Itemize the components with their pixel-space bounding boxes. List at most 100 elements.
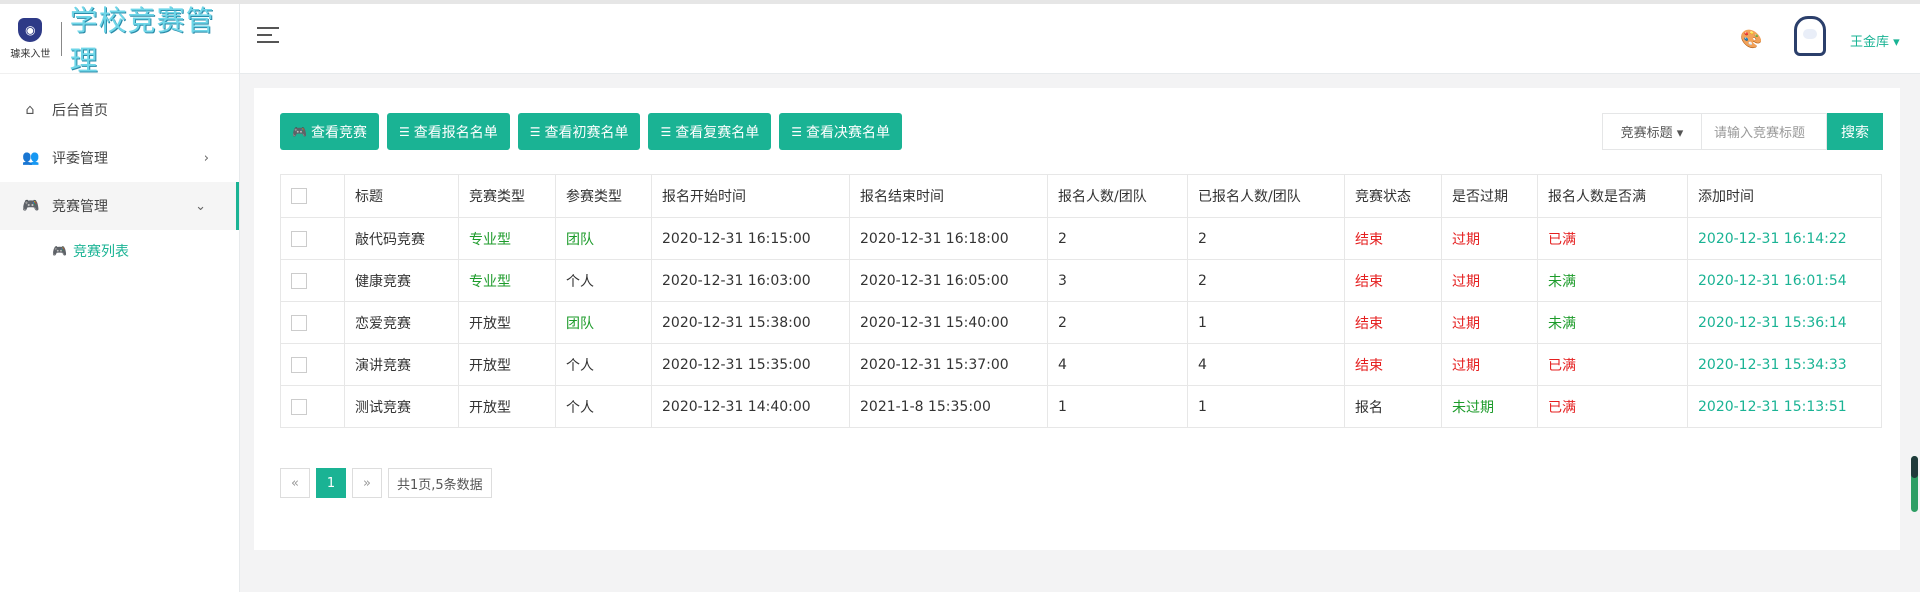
table-cell: 结束 <box>1344 343 1442 386</box>
row-checkbox[interactable] <box>291 398 307 415</box>
column-header[interactable]: 参赛类型 <box>555 174 652 218</box>
table-cell: 2020-12-31 15:36:14 <box>1687 301 1882 344</box>
table-cell: 2020-12-31 15:38:00 <box>651 301 850 344</box>
search-field-select[interactable]: 竞赛标题 ▾ <box>1602 113 1702 150</box>
sidebar-item-home[interactable]: ⌂ 后台首页 <box>0 86 239 134</box>
table-cell: 1 <box>1187 385 1345 428</box>
chevron-right-icon: › <box>203 150 209 166</box>
view-semifinal-button[interactable]: ☰ 查看复赛名单 <box>648 113 772 150</box>
scrollbar-thumb[interactable] <box>1911 456 1918 478</box>
column-header[interactable]: 报名结束时间 <box>849 174 1048 218</box>
menu-toggle-icon[interactable] <box>257 27 279 48</box>
view-competitions-button[interactable]: 🎮 查看竞赛 <box>280 113 379 150</box>
row-select-cell <box>280 385 345 428</box>
avatar[interactable] <box>1794 16 1826 56</box>
list-icon: ☰ <box>791 124 803 139</box>
shield-logo-icon: ◉ <box>18 17 43 42</box>
chevron-down-icon: ⌄ <box>195 198 206 214</box>
table-cell: 未满 <box>1537 259 1688 302</box>
table-cell: 开放型 <box>458 343 556 386</box>
table-row[interactable]: 敲代码竞赛 专业型 团队 2020-12-31 16:15:00 2020-12-31 … <box>280 217 1882 260</box>
table-cell: 2 <box>1047 301 1188 344</box>
top-navbar: 🎨 王金库 ▾ <box>240 4 1920 74</box>
row-select-cell <box>280 301 345 344</box>
sidebar-item-competitions[interactable]: 🎮 竞赛管理 ⌄ <box>0 182 239 230</box>
logo-mark: ◉ 璩来入世 <box>6 17 55 60</box>
table-cell: 已满 <box>1537 217 1688 260</box>
table-cell: 2020-12-31 16:01:54 <box>1687 259 1882 302</box>
table-cell: 结束 <box>1344 301 1442 344</box>
table-cell: 个人 <box>555 259 652 302</box>
gamepad-icon: 🎮 <box>22 198 40 214</box>
column-header[interactable]: 报名人数是否满 <box>1537 174 1688 218</box>
column-header[interactable]: 竞赛状态 <box>1344 174 1442 218</box>
table-cell: 4 <box>1047 343 1188 386</box>
table-cell: 团队 <box>555 301 652 344</box>
table-cell: 过期 <box>1441 217 1538 260</box>
app-title: 学校竞赛管理 <box>69 3 215 77</box>
row-checkbox[interactable] <box>291 272 307 289</box>
table-cell: 2020-12-31 15:37:00 <box>849 343 1048 386</box>
view-registrations-button[interactable]: ☰ 查看报名名单 <box>386 113 510 150</box>
logo[interactable]: ◉ 璩来入世 学校竞赛管理 <box>0 4 239 77</box>
table-cell: 专业型 <box>458 259 556 302</box>
table-cell: 个人 <box>555 385 652 428</box>
column-header[interactable]: 已报名人数/团队 <box>1187 174 1345 218</box>
button-label: 查看报名名单 <box>413 124 498 141</box>
table-cell: 已满 <box>1537 343 1688 386</box>
table-row[interactable]: 演讲竞赛 开放型 个人 2020-12-31 15:35:00 2020-12-31 1… <box>280 343 1882 386</box>
row-checkbox[interactable] <box>291 356 307 373</box>
pagination: « 1 » 共1页,5条数据 <box>280 468 498 498</box>
prev-page-button[interactable]: « <box>280 468 310 498</box>
table-cell: 团队 <box>555 217 652 260</box>
table-row[interactable]: 测试竞赛 开放型 个人 2020-12-31 14:40:00 2021-1-8 15:… <box>280 385 1882 428</box>
table-cell: 2021-1-8 15:35:00 <box>849 385 1048 428</box>
table-cell: 健康竞赛 <box>344 259 459 302</box>
row-checkbox[interactable] <box>291 230 307 247</box>
view-preliminary-button[interactable]: ☰ 查看初赛名单 <box>517 113 641 150</box>
next-page-button[interactable]: » <box>352 468 382 498</box>
sidebar-item-judges[interactable]: 👥 评委管理 › <box>0 134 239 182</box>
search-input[interactable]: 请输入竞赛标题 <box>1702 113 1827 150</box>
content-panel: 🎮 查看竞赛 ☰ 查看报名名单 ☰ 查看初赛名单 ☰ 查看复赛名单 ☰ 查看决赛名单 竞赛… <box>254 88 1900 550</box>
list-icon: ☰ <box>398 124 410 139</box>
row-select-cell <box>280 343 345 386</box>
list-icon: ☰ <box>529 124 541 139</box>
table-cell: 2 <box>1187 259 1345 302</box>
table-cell: 恋爱竞赛 <box>344 301 459 344</box>
table-cell: 开放型 <box>458 385 556 428</box>
select-all-cell <box>280 174 345 218</box>
user-menu[interactable]: 王金库 ▾ <box>1850 31 1900 50</box>
page-1-button[interactable]: 1 <box>316 468 346 498</box>
view-final-button[interactable]: ☰ 查看决赛名单 <box>779 113 903 150</box>
table-cell: 2020-12-31 14:40:00 <box>651 385 850 428</box>
table-cell: 2020-12-31 15:40:00 <box>849 301 1048 344</box>
button-label: 查看复赛名单 <box>675 124 760 141</box>
table-row[interactable]: 健康竞赛 专业型 个人 2020-12-31 16:03:00 2020-12-31 1… <box>280 259 1882 302</box>
column-header[interactable]: 标题 <box>344 174 459 218</box>
row-checkbox[interactable] <box>291 314 307 331</box>
column-header[interactable]: 是否过期 <box>1441 174 1538 218</box>
table-cell: 测试竞赛 <box>344 385 459 428</box>
table-cell: 结束 <box>1344 259 1442 302</box>
palette-icon[interactable]: 🎨 <box>1740 29 1762 50</box>
table-cell: 结束 <box>1344 217 1442 260</box>
column-header[interactable]: 报名人数/团队 <box>1047 174 1188 218</box>
column-header[interactable]: 竞赛类型 <box>458 174 556 218</box>
sidebar: ◉ 璩来入世 学校竞赛管理 ⌂ 后台首页 👥 评委管理 › 🎮 竞赛管理 ⌄ 🎮… <box>0 4 240 592</box>
list-icon: ☰ <box>660 124 672 139</box>
table-cell: 演讲竞赛 <box>344 343 459 386</box>
table-cell: 1 <box>1047 385 1188 428</box>
table-cell: 开放型 <box>458 301 556 344</box>
table-cell: 过期 <box>1441 259 1538 302</box>
sidebar-subitem-competition-list[interactable]: 🎮 竞赛列表 <box>0 230 239 272</box>
table-row[interactable]: 恋爱竞赛 开放型 团队 2020-12-31 15:38:00 2020-12-31 1… <box>280 301 1882 344</box>
column-header[interactable]: 报名开始时间 <box>651 174 850 218</box>
search-button[interactable]: 搜索 <box>1827 113 1883 150</box>
table-cell: 2020-12-31 16:18:00 <box>849 217 1048 260</box>
sidebar-item-label: 竞赛管理 <box>52 199 108 215</box>
logo-caption: 璩来入世 <box>10 48 51 60</box>
table-cell: 2020-12-31 15:34:33 <box>1687 343 1882 386</box>
column-header[interactable]: 添加时间 <box>1687 174 1882 218</box>
select-all-checkbox[interactable] <box>291 188 307 204</box>
